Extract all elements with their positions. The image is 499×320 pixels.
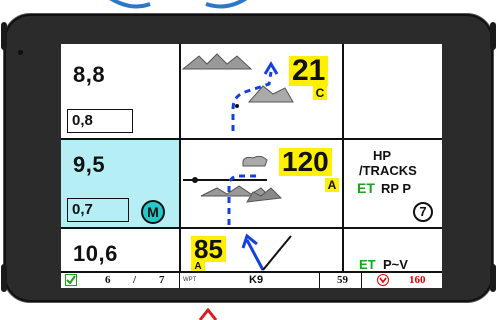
wpt-label: WPT xyxy=(183,277,197,283)
waypoint-index-separator: / xyxy=(133,274,137,286)
distance-sub-value[interactable]: 0,7 xyxy=(67,198,129,222)
status-divider xyxy=(179,273,180,288)
bottom-et-label: ET xyxy=(359,258,376,271)
dashboard-grid: 8,8 0,8 9,5 0,7 M 10,6 21 C 120 A 85 A H… xyxy=(61,44,442,272)
rpp-label: RP P xyxy=(381,181,412,196)
status-value-2: 160 xyxy=(409,274,426,286)
navigation-screen[interactable]: 8,8 0,8 9,5 0,7 M 10,6 21 C 120 A 85 A H… xyxy=(61,44,442,288)
waypoint-total: 7 xyxy=(159,274,165,286)
grid-divider xyxy=(342,44,344,271)
status-bar: 6 / 7 WPT K9 59 160 xyxy=(61,271,442,288)
bezel-bumper xyxy=(1,264,7,292)
bottom-heading-tag: A xyxy=(191,262,205,272)
status-divider xyxy=(361,273,362,288)
alert-icon[interactable] xyxy=(377,274,389,286)
top-heading-number[interactable]: 21 xyxy=(289,56,329,86)
speed-sub-value[interactable]: 0,8 xyxy=(67,109,133,133)
tablet-device: 8,8 0,8 9,5 0,7 M 10,6 21 C 120 A 85 A H… xyxy=(1,14,496,302)
bottom-pv-label: P~V xyxy=(383,258,408,271)
bottom-heading-number[interactable]: 85 xyxy=(191,236,226,262)
middle-heading-number[interactable]: 120 xyxy=(279,148,332,176)
decorative-arrow-bottom xyxy=(198,308,218,320)
middle-heading-tag: A xyxy=(325,178,339,192)
altitude-value[interactable]: 10,6 xyxy=(73,241,118,267)
top-heading-tag: C xyxy=(313,86,327,100)
status-divider xyxy=(319,273,320,288)
mode-line-1: HP xyxy=(373,148,392,163)
waypoint-name[interactable]: K9 xyxy=(249,274,263,286)
et-label: ET xyxy=(357,180,375,196)
speed-value[interactable]: 8,8 xyxy=(73,62,105,88)
bezel-bumper xyxy=(490,264,496,292)
status-value-1: 59 xyxy=(337,274,348,286)
mode-line-2: /TRACKS xyxy=(359,163,417,178)
tracks-count-badge[interactable]: 7 xyxy=(413,202,433,222)
waypoint-index: 6 xyxy=(105,274,111,286)
mode-badge[interactable]: M xyxy=(141,200,165,224)
distance-value[interactable]: 9,5 xyxy=(73,152,105,178)
checkbox-icon[interactable] xyxy=(65,274,77,286)
direction-arrow-icon xyxy=(241,233,292,271)
grid-divider xyxy=(61,227,442,229)
decorative-arrow-top xyxy=(109,0,248,9)
camera-icon xyxy=(18,50,23,55)
bezel-bumper xyxy=(1,22,7,50)
bezel-bumper xyxy=(490,22,496,50)
